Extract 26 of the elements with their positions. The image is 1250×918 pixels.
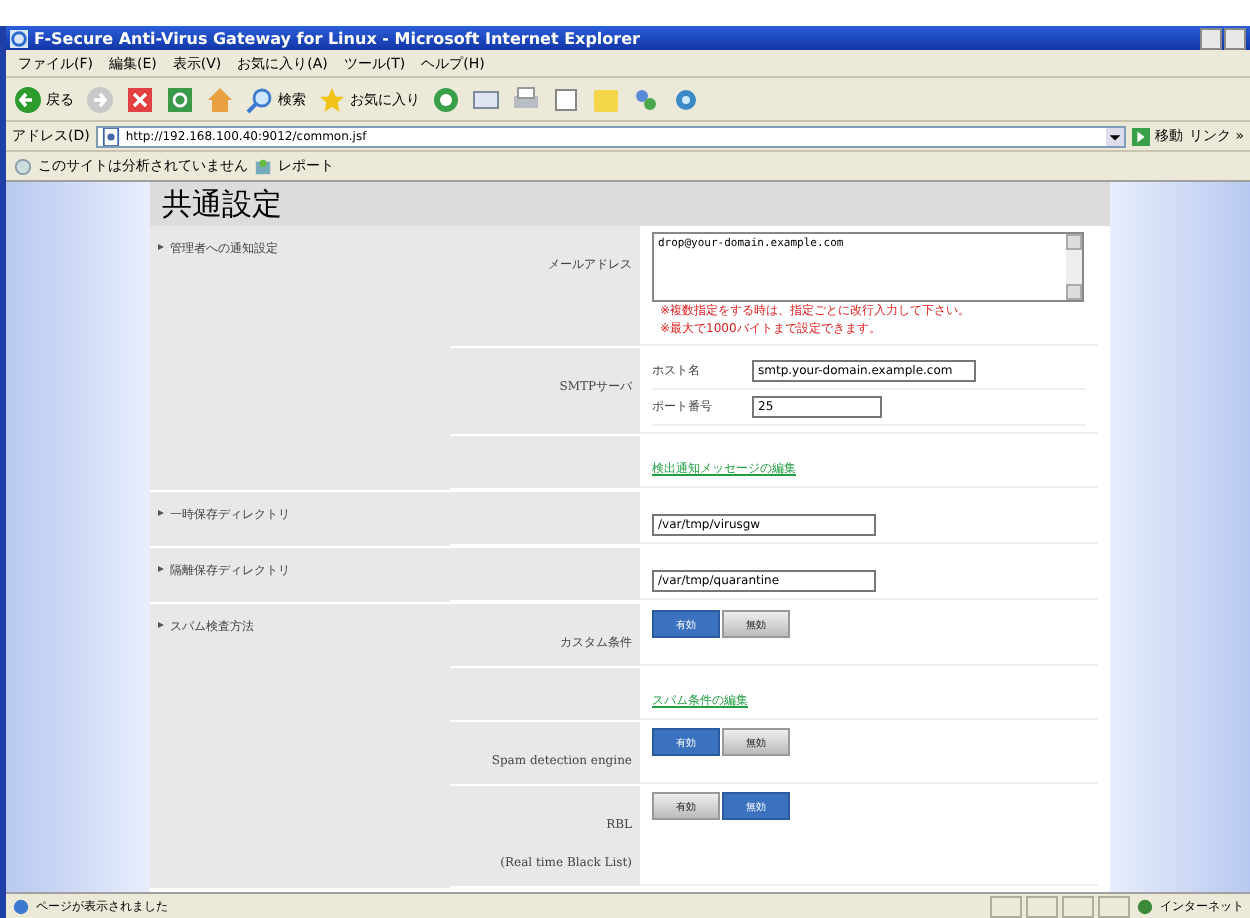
printer-icon[interactable] (512, 85, 540, 113)
page-icon (12, 897, 30, 915)
search-icon (246, 85, 274, 113)
triangle-bullet-icon (158, 566, 164, 572)
go-arrow-icon (1132, 127, 1151, 145)
status-pane (1098, 895, 1130, 917)
mail-icon[interactable] (472, 85, 500, 113)
status-pane (1062, 895, 1094, 917)
triangle-bullet-icon (158, 622, 164, 628)
page-icon (101, 127, 120, 145)
window-title: F-Secure Anti-Virus Gateway for Linux - Microsoft Internet Explorer (34, 29, 642, 47)
status-pane (1026, 895, 1058, 917)
report-icon (254, 157, 272, 175)
page-heading: 共通設定 (150, 182, 1110, 226)
stop-icon[interactable] (126, 85, 154, 113)
home-icon[interactable] (206, 85, 234, 113)
refresh-icon[interactable] (166, 85, 194, 113)
forward-arrow-icon[interactable] (86, 85, 114, 113)
maximize-button[interactable] (1224, 27, 1246, 49)
browser-icon (10, 29, 28, 47)
minimize-button[interactable] (1200, 27, 1222, 49)
status-pane (990, 895, 1022, 917)
star-icon (318, 85, 346, 113)
scrollbar[interactable] (1066, 234, 1082, 300)
triangle-bullet-icon (158, 510, 164, 516)
triangle-bullet-icon (158, 244, 164, 250)
